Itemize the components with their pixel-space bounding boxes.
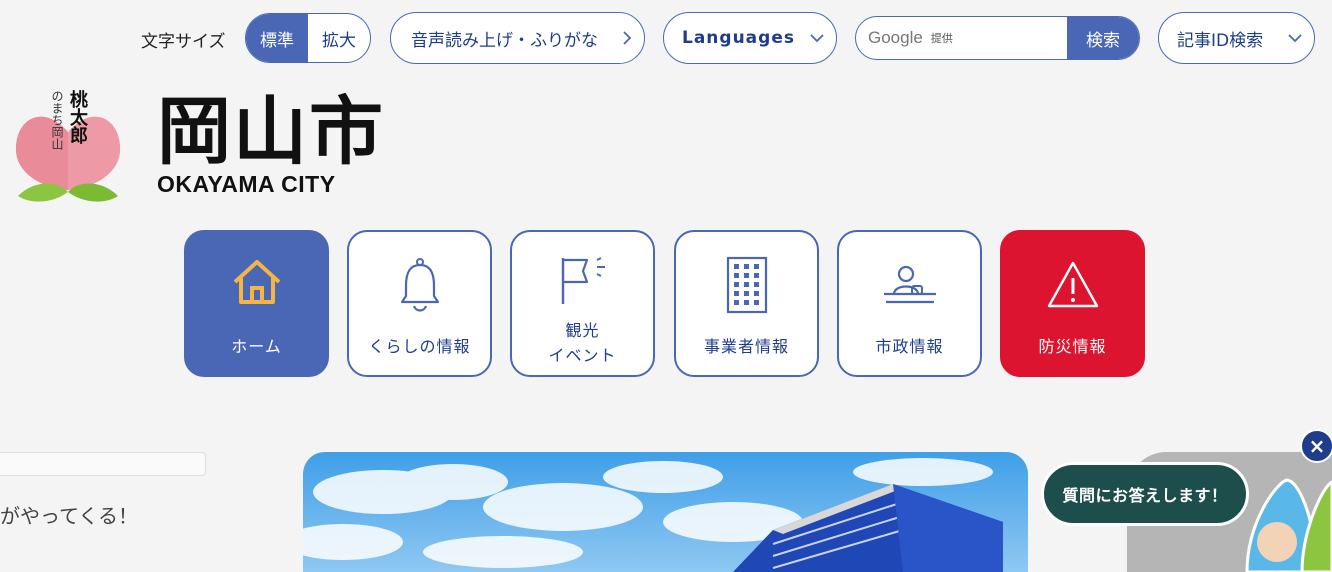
nav-disaster-label: 防災情報 [1038,337,1107,356]
bell-icon [400,258,439,312]
chevron-down-icon [810,34,824,43]
nav-home-label: ホーム [231,337,282,356]
mascot-caption-big: 桃太郎 [67,90,88,144]
chevron-down-icon [1288,34,1302,43]
search-button[interactable]: 検索 [1067,17,1139,59]
nav-business[interactable]: 事業者情報 [674,230,819,377]
city-logo-subtitle: OKAYAMA CITY [157,171,336,197]
search-provider-suffix: 提供 [930,32,953,45]
nav-disaster-prevention[interactable]: 防災情報 [1000,230,1145,377]
ruby-reading-button[interactable]: 音声読み上げ・ふりがな [390,12,645,64]
font-size-label: 文字サイズ [141,32,226,52]
languages-label: Languages [682,28,795,48]
font-size-toggle: 標準 拡大 [245,13,371,63]
nav-city-government[interactable]: 市政情報 [837,230,982,377]
warning-icon [1047,261,1098,308]
podium-icon [883,265,936,304]
home-icon [233,260,280,304]
article-id-label: 記事ID検索 [1177,30,1264,51]
google-logo: Google [868,28,923,47]
nav-tourism-label: 観光 イベント [548,321,617,365]
nav-living[interactable]: くらしの情報 [347,230,492,377]
site-search: Google 提供 検索 [855,16,1140,60]
building-icon [726,256,767,314]
nav-city-government-label: 市政情報 [875,337,944,356]
chevron-right-icon [623,31,632,45]
flag-icon [561,257,605,304]
nav-home[interactable]: ホーム [184,230,329,377]
article-id-search-dropdown[interactable]: 記事ID検索 [1158,12,1315,64]
hero-banner-image[interactable] [303,452,1028,572]
city-logo-title[interactable]: 岡山市 [157,95,385,169]
search-input[interactable]: Google 提供 [856,17,1067,59]
font-size-large-button[interactable]: 拡大 [308,14,370,62]
ruby-reading-label: 音声読み上げ・ふりがな [411,30,598,51]
font-size-standard-button[interactable]: 標準 [246,14,308,62]
nav-tourism[interactable]: 観光 イベント [510,230,655,377]
close-icon[interactable]: × [1300,429,1332,463]
news-ticker-text[interactable]: がやってくる！ [0,500,138,529]
news-ticker-frame [0,452,206,476]
hero-photo [303,452,1028,572]
nav-living-label: くらしの情報 [368,337,471,356]
nav-business-label: 事業者情報 [703,337,789,356]
chatbot-bubble[interactable]: 質問にお答えします！ [1041,462,1249,526]
languages-dropdown[interactable]: Languages [663,12,837,64]
